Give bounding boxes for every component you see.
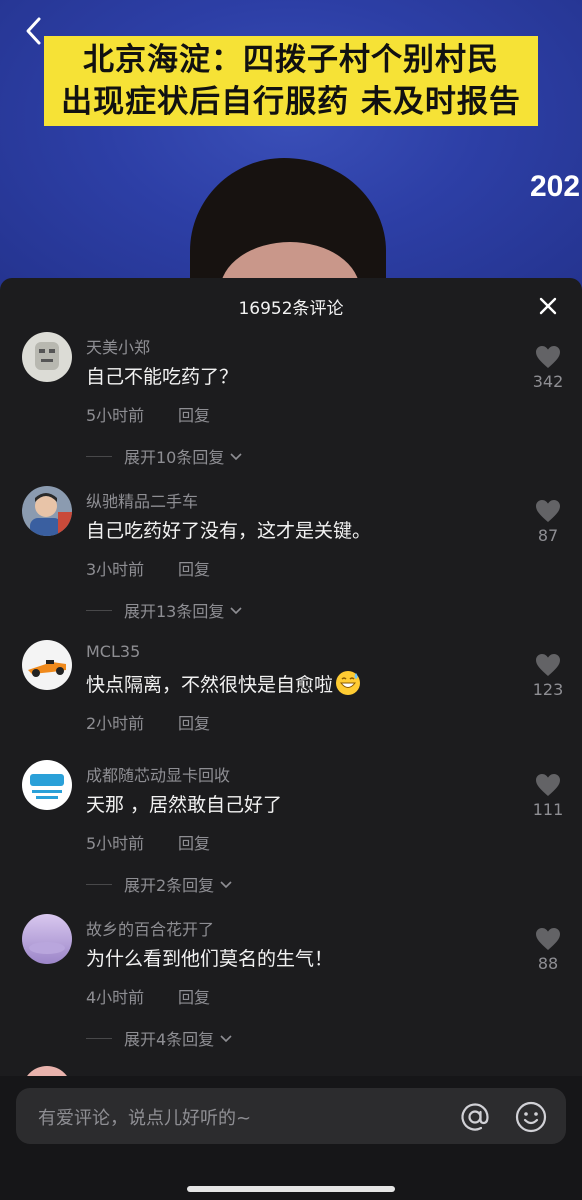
heart-icon — [536, 654, 560, 676]
like-button[interactable]: 87 — [528, 498, 568, 545]
video-headline: 北京海淀：四拨子村个别村民 出现症状后自行服药 未及时报告 — [44, 36, 538, 126]
expand-replies-button[interactable]: 展开2条回复 — [86, 872, 234, 896]
like-count: 87 — [537, 526, 559, 545]
comment-time: 5小时前 — [86, 406, 145, 425]
emoji-button[interactable] — [514, 1100, 548, 1134]
like-count: 111 — [532, 800, 564, 819]
chevron-down-icon — [220, 881, 232, 889]
reply-button[interactable]: 回复 — [178, 402, 210, 426]
like-button[interactable]: 111 — [528, 772, 568, 819]
expand-replies-label: 展开2条回复 — [124, 876, 215, 895]
reply-button[interactable]: 回复 — [178, 830, 210, 854]
divider — [86, 883, 112, 885]
close-icon — [539, 297, 557, 315]
reply-button[interactable]: 回复 — [178, 710, 210, 734]
comment-username[interactable]: 天美小郑 — [86, 334, 150, 358]
comment-item[interactable]: 故乡的百合花开了 为什么看到他们莫名的生气！ 4小时前 回复 88 展开4条回复 — [0, 914, 582, 1064]
smiley-icon — [515, 1101, 547, 1133]
like-count: 123 — [532, 680, 564, 699]
at-sign-icon — [461, 1103, 489, 1131]
headline-line-1: 北京海淀：四拨子村个别村民 — [83, 42, 499, 78]
expand-replies-button[interactable]: 展开10条回复 — [86, 444, 244, 468]
chevron-down-icon — [220, 1035, 232, 1043]
divider — [86, 609, 112, 611]
comment-input[interactable]: 有爱评论，说点儿好听的~ — [16, 1088, 566, 1144]
comment-input-placeholder: 有爱评论，说点儿好听的~ — [38, 1108, 252, 1129]
expand-replies-label: 展开10条回复 — [124, 448, 225, 467]
comment-item[interactable]: 纵驰精品二手车 自己吃药好了没有，这才是关键。 3小时前 回复 87 展开13条… — [0, 486, 582, 636]
comment-username[interactable]: 故乡的百合花开了 — [86, 916, 214, 940]
reply-button[interactable]: 回复 — [178, 984, 210, 1008]
comment-username[interactable]: MCL35 — [86, 642, 140, 661]
year-caption: 202 — [530, 170, 581, 203]
reply-button[interactable]: 回复 — [178, 556, 210, 580]
comment-text: 为什么看到他们莫名的生气！ — [86, 948, 334, 970]
divider — [86, 1037, 112, 1039]
comment-time: 4小时前 — [86, 988, 145, 1007]
comment-item[interactable]: 成都随芯动显卡回收 天那 ，居然敢自己好了 5小时前 回复 111 展开2条回复 — [0, 760, 582, 910]
home-indicator — [187, 1186, 395, 1192]
like-button[interactable]: 342 — [528, 344, 568, 391]
expand-replies-button[interactable]: 展开13条回复 — [86, 598, 244, 622]
avatar[interactable] — [22, 332, 72, 382]
comment-username[interactable]: 纵驰精品二手车 — [86, 488, 198, 512]
mention-button[interactable] — [458, 1100, 492, 1134]
like-count: 88 — [537, 954, 559, 973]
panel-header: 16952条评论 — [0, 278, 582, 334]
heart-icon — [536, 346, 560, 368]
comment-text: 天那 ，居然敢自己好了 — [86, 794, 283, 816]
heart-icon — [536, 500, 560, 522]
comment-time: 2小时前 — [86, 714, 145, 733]
like-button[interactable]: 88 — [528, 926, 568, 973]
expand-replies-button[interactable]: 展开4条回复 — [86, 1026, 234, 1050]
expand-replies-label: 展开4条回复 — [124, 1030, 215, 1049]
grinning-sweat-emoji-icon — [336, 671, 361, 695]
avatar[interactable] — [22, 760, 72, 810]
comment-text: 自己吃药好了没有，这才是关键。 — [86, 520, 372, 542]
comment-item[interactable]: MCL35 快点隔离，不然很快是自愈啦 2小时前 回复 123 — [0, 640, 582, 750]
comment-input-bar: 有爱评论，说点儿好听的~ — [0, 1076, 582, 1200]
like-count: 342 — [532, 372, 564, 391]
comment-text: 快点隔离，不然很快是自愈啦 — [86, 670, 361, 697]
divider — [86, 455, 112, 457]
comment-item[interactable]: 天美小郑 自己不能吃药了？ 5小时前 回复 342 展开10条回复 — [0, 332, 582, 482]
avatar[interactable] — [22, 486, 72, 536]
headline-line-2: 出现症状后自行服药 未及时报告 — [61, 84, 521, 120]
comment-count-title: 16952条评论 — [238, 299, 344, 319]
comment-time: 3小时前 — [86, 560, 145, 579]
avatar[interactable] — [22, 640, 72, 690]
chevron-down-icon — [230, 607, 242, 615]
like-button[interactable]: 123 — [528, 652, 568, 699]
video-player[interactable]: 北京海淀：四拨子村个别村民 出现症状后自行服药 未及时报告 202 — [0, 0, 582, 300]
comment-text-content: 快点隔离，不然很快是自愈啦 — [86, 674, 334, 696]
comment-username[interactable]: 成都随芯动显卡回收 — [86, 762, 230, 786]
chevron-down-icon — [230, 453, 242, 461]
comments-panel: 16952条评论 天美小郑 自己不能吃药了？ 5小时前 回复 342 展开10条… — [0, 278, 582, 1200]
expand-replies-label: 展开13条回复 — [124, 602, 225, 621]
avatar[interactable] — [22, 914, 72, 964]
heart-icon — [536, 774, 560, 796]
heart-icon — [536, 928, 560, 950]
close-button[interactable] — [536, 294, 560, 318]
comment-time: 5小时前 — [86, 834, 145, 853]
comment-text: 自己不能吃药了？ — [86, 366, 239, 388]
